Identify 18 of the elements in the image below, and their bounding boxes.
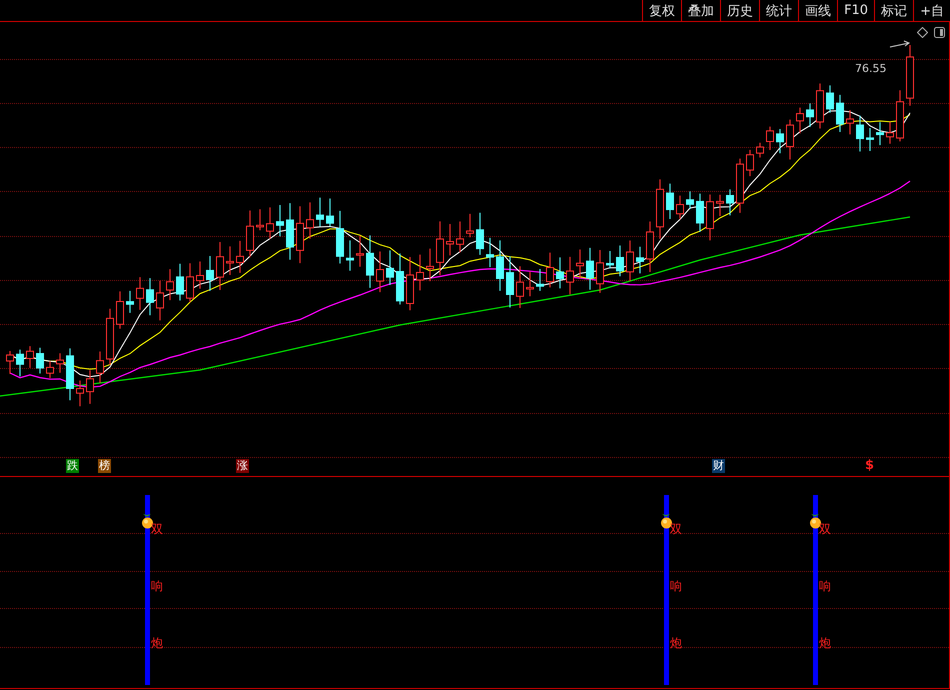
signal-text: 炮	[151, 635, 163, 652]
diamond-icon[interactable]	[917, 27, 928, 38]
event-tag[interactable]: 涨	[236, 459, 249, 473]
panel-toggle-icon[interactable]	[934, 27, 945, 38]
signal-text: 响	[151, 578, 163, 595]
event-tag[interactable]: 榜	[98, 459, 111, 473]
event-tag[interactable]: 跌	[66, 459, 79, 473]
signal-text: 响	[670, 578, 682, 595]
signal-text: 炮	[670, 635, 682, 652]
signal-text: 双	[151, 521, 163, 538]
event-tag[interactable]: 财	[712, 459, 725, 473]
price-label: 76.55	[855, 62, 886, 75]
signal-text: 炮	[819, 635, 831, 652]
signal-text: 响	[819, 578, 831, 595]
leader-line	[890, 40, 910, 48]
event-symbol[interactable]: $	[864, 459, 876, 473]
signal-text: 双	[670, 521, 682, 538]
signal-text: 双	[819, 521, 831, 538]
